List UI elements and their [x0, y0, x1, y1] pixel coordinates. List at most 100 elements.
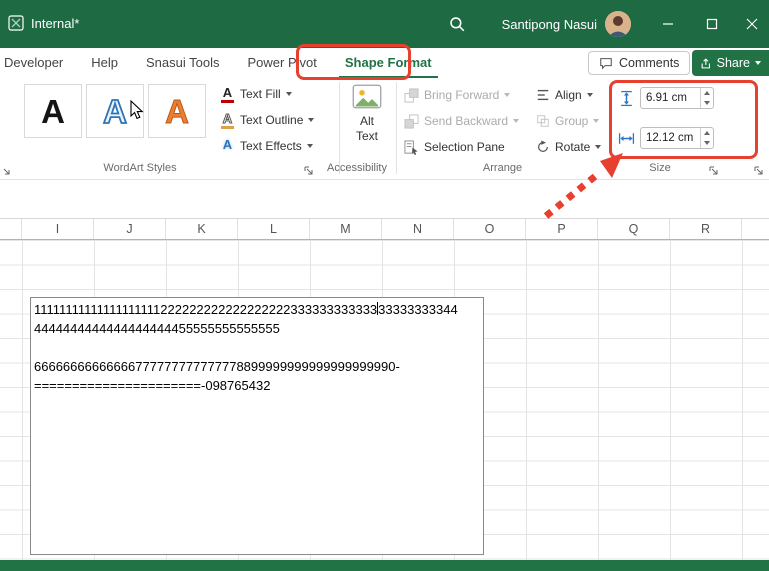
- shape-width-row: 12.12 cm: [618, 126, 714, 150]
- arrange-group-label: Arrange: [455, 162, 550, 174]
- column-header-r[interactable]: R: [670, 219, 742, 239]
- dialog-launcher-icon[interactable]: [753, 163, 764, 174]
- group-divider: [339, 82, 340, 174]
- column-headers: I J K L M N O P Q R: [0, 218, 769, 240]
- group-button[interactable]: Group: [536, 110, 599, 132]
- height-stepper: [700, 88, 713, 108]
- ribbon-tab-row: Developer Help Snasui Tools Power Pivot …: [0, 48, 769, 78]
- group-label: Group: [555, 114, 588, 128]
- shape-width-value[interactable]: 12.12 cm: [641, 132, 700, 144]
- alt-text-button[interactable]: Alt Text: [342, 84, 392, 160]
- textbox-shape[interactable]: 1111111111111111111122222222222222222233…: [30, 297, 484, 555]
- mouse-cursor-icon: [130, 100, 145, 120]
- selection-pane-button[interactable]: Selection Pane: [404, 136, 505, 158]
- picture-icon: [352, 84, 382, 109]
- tab-snasui-tools[interactable]: Snasui Tools: [140, 48, 225, 78]
- width-increment-button[interactable]: [701, 128, 713, 138]
- tab-developer[interactable]: Developer: [0, 48, 69, 78]
- column-header-l[interactable]: L: [238, 219, 310, 239]
- shape-height-icon: [618, 90, 635, 107]
- accessibility-group-label: Accessibility: [312, 162, 402, 174]
- status-bar: [0, 560, 769, 571]
- avatar[interactable]: [605, 11, 631, 37]
- share-icon: [700, 57, 712, 70]
- tab-help[interactable]: Help: [85, 48, 124, 78]
- height-increment-button[interactable]: [701, 88, 713, 98]
- dialog-launcher-icon[interactable]: [303, 163, 314, 174]
- selection-pane-label: Selection Pane: [424, 140, 505, 154]
- close-button[interactable]: [735, 0, 769, 48]
- rotate-button[interactable]: Rotate: [536, 136, 601, 158]
- text-outline-label: Text Outline: [240, 113, 303, 127]
- chevron-down-icon: [513, 119, 519, 123]
- dialog-launcher-icon[interactable]: [0, 163, 11, 174]
- column-header-k[interactable]: K: [166, 219, 238, 239]
- height-decrement-button[interactable]: [701, 98, 713, 108]
- wordart-style-plain[interactable]: A: [24, 84, 82, 138]
- size-group-label: Size: [630, 162, 690, 174]
- chevron-down-icon: [595, 145, 601, 149]
- maximize-button[interactable]: [695, 0, 729, 48]
- share-label: Share: [717, 56, 750, 70]
- shape-width-input[interactable]: 12.12 cm: [640, 127, 714, 149]
- tab-shape-format[interactable]: Shape Format: [339, 48, 438, 78]
- text-effects-button[interactable]: A Text Effects: [220, 135, 313, 157]
- textbox-line: ======================-098765432: [34, 376, 480, 395]
- column-header-n[interactable]: N: [382, 219, 454, 239]
- comment-icon: [599, 56, 613, 70]
- row-header-stub: [0, 219, 22, 239]
- width-stepper: [700, 128, 713, 148]
- ribbon: A A A A Text Fill A Text Outline A Text …: [0, 78, 769, 180]
- alt-text-label-line2: Text: [342, 129, 392, 144]
- shape-height-input[interactable]: 6.91 cm: [640, 87, 714, 109]
- bring-forward-label: Bring Forward: [424, 88, 499, 102]
- excel-app-icon: [8, 15, 24, 31]
- share-button[interactable]: Share: [692, 50, 769, 76]
- column-header-o[interactable]: O: [454, 219, 526, 239]
- shape-height-value[interactable]: 6.91 cm: [641, 92, 700, 104]
- column-header-j[interactable]: J: [94, 219, 166, 239]
- bring-forward-button[interactable]: Bring Forward: [404, 84, 510, 106]
- minimize-button[interactable]: [651, 0, 685, 48]
- textbox-line: 4444444444444444444455555555555555: [34, 319, 480, 338]
- wordart-styles-group-label: WordArt Styles: [65, 162, 215, 174]
- align-icon: [536, 88, 550, 102]
- align-label: Align: [555, 88, 582, 102]
- text-outline-button[interactable]: A Text Outline: [220, 109, 314, 131]
- chevron-down-icon: [593, 119, 599, 123]
- group-objects-icon: [536, 114, 550, 128]
- chevron-down-icon: [308, 118, 314, 122]
- column-header-p[interactable]: P: [526, 219, 598, 239]
- column-header-m[interactable]: M: [310, 219, 382, 239]
- chevron-down-icon: [307, 144, 313, 148]
- bring-forward-icon: [404, 88, 419, 103]
- spreadsheet-grid[interactable]: 1111111111111111111122222222222222222233…: [0, 240, 769, 560]
- excel-window: Internal* Santipong Nasui Developer Help…: [0, 0, 769, 571]
- shape-width-icon: [618, 130, 635, 147]
- send-backward-button[interactable]: Send Backward: [404, 110, 519, 132]
- account-name[interactable]: Santipong Nasui: [502, 17, 597, 32]
- column-header-i[interactable]: I: [22, 219, 94, 239]
- align-button[interactable]: Align: [536, 84, 593, 106]
- text-fill-icon: A: [220, 86, 235, 102]
- alt-text-label-line1: Alt: [342, 114, 392, 129]
- text-effects-label: Text Effects: [240, 139, 302, 153]
- wordart-style-orange[interactable]: A: [148, 84, 206, 138]
- dialog-launcher-icon[interactable]: [708, 163, 719, 174]
- document-title: Internal*: [31, 16, 79, 31]
- text-fill-button[interactable]: A Text Fill: [220, 83, 292, 105]
- textbox-line: [34, 338, 480, 357]
- textbox-line: 1111111111111111111122222222222222222233…: [34, 300, 480, 319]
- chevron-down-icon: [504, 93, 510, 97]
- chevron-down-icon: [587, 93, 593, 97]
- text-fill-label: Text Fill: [240, 87, 281, 101]
- width-decrement-button[interactable]: [701, 138, 713, 148]
- ribbon-tabs: Developer Help Snasui Tools Power Pivot …: [0, 48, 438, 78]
- search-icon[interactable]: [448, 15, 466, 33]
- comments-button[interactable]: Comments: [588, 51, 690, 75]
- column-header-q[interactable]: Q: [598, 219, 670, 239]
- tab-power-pivot[interactable]: Power Pivot: [242, 48, 323, 78]
- shape-height-row: 6.91 cm: [618, 86, 714, 110]
- rotate-icon: [536, 140, 550, 154]
- rotate-label: Rotate: [555, 140, 590, 154]
